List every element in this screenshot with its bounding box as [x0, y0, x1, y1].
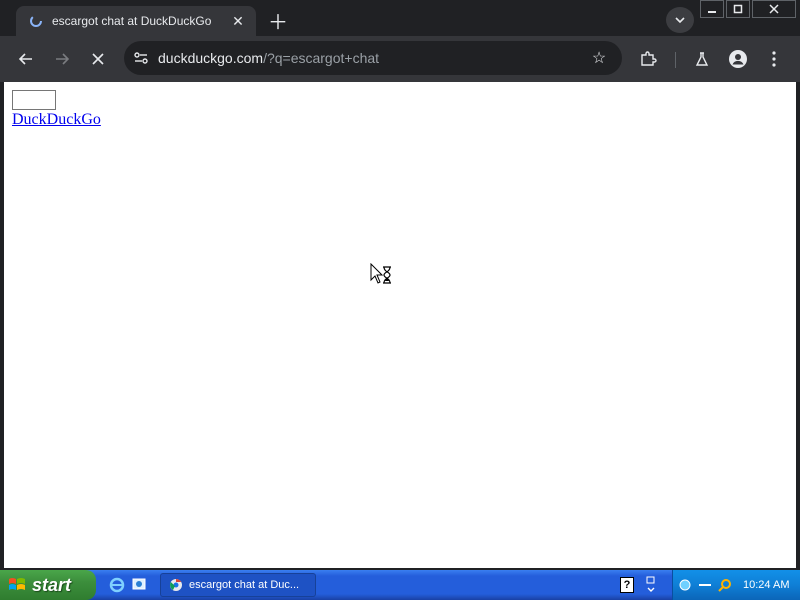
arrow-right-icon — [56, 53, 70, 65]
flask-icon — [695, 52, 709, 66]
maximize-button[interactable] — [726, 0, 750, 18]
desktop-toolbar-icon[interactable] — [644, 575, 658, 595]
taskbar: start escargot chat at Duc... ? 10:24 AM — [0, 570, 800, 600]
title-bar: escargot chat at DuckDuckGo ✕ ＋ — [0, 0, 800, 36]
site-settings-icon[interactable] — [130, 47, 152, 69]
quicklaunch-ie-icon[interactable] — [108, 576, 126, 594]
connection-icon[interactable] — [697, 577, 713, 593]
search-input[interactable] — [12, 90, 56, 110]
tab-title: escargot chat at DuckDuckGo — [52, 14, 212, 28]
maximize-icon — [733, 4, 743, 14]
taskbar-item-label: escargot chat at Duc... — [189, 579, 300, 591]
loading-favicon-icon — [28, 13, 44, 29]
new-tab-button[interactable]: ＋ — [264, 8, 292, 34]
puzzle-icon — [641, 51, 657, 66]
url-text: duckduckgo.com/?q=escargot+chat — [158, 50, 379, 66]
chevron-down-icon — [675, 17, 685, 24]
windows-logo-icon — [9, 578, 25, 590]
browser-window: escargot chat at DuckDuckGo ✕ ＋ duckduck… — [0, 0, 800, 570]
profile-button[interactable] — [724, 45, 752, 73]
forward-button[interactable] — [48, 45, 76, 73]
close-icon — [92, 53, 104, 65]
start-button[interactable]: start — [0, 570, 96, 600]
tab-search-button[interactable] — [666, 7, 694, 33]
system-tray: 10:24 AM — [672, 570, 800, 600]
clock: 10:24 AM — [743, 579, 790, 591]
toolbar-separator — [675, 52, 676, 68]
kebab-menu-icon — [772, 51, 776, 67]
close-window-button[interactable] — [752, 0, 796, 18]
labs-button[interactable] — [688, 45, 716, 73]
url-domain: duckduckgo.com — [158, 50, 264, 66]
window-controls — [698, 0, 796, 20]
browser-toolbar: duckduckgo.com/?q=escargot+chat ☆ — [0, 36, 800, 82]
close-icon — [769, 4, 779, 14]
avatar-icon — [729, 50, 747, 68]
busy-cursor-icon — [370, 262, 394, 292]
start-label: start — [32, 574, 72, 595]
stop-loading-button[interactable] — [84, 45, 112, 73]
menu-button[interactable] — [760, 45, 788, 73]
url-path: /?q=escargot+chat — [263, 50, 380, 66]
help-icon[interactable]: ? — [620, 577, 634, 593]
address-bar[interactable]: duckduckgo.com/?q=escargot+chat ☆ — [124, 41, 622, 75]
extensions-button[interactable] — [634, 45, 662, 73]
arrow-left-icon — [18, 53, 32, 65]
minimize-button[interactable] — [700, 0, 724, 18]
page-content: DuckDuckGo — [4, 82, 796, 568]
chrome-icon — [170, 579, 182, 591]
minimize-icon — [708, 11, 716, 13]
back-button[interactable] — [12, 45, 40, 73]
network-icon[interactable] — [677, 577, 693, 593]
duckduckgo-link[interactable]: DuckDuckGo — [12, 111, 101, 129]
quicklaunch-desktop-icon[interactable] — [130, 576, 148, 594]
tab-close-icon[interactable]: ✕ — [228, 11, 248, 31]
tab-active[interactable]: escargot chat at DuckDuckGo ✕ — [16, 6, 256, 36]
bookmark-star-icon[interactable]: ☆ — [588, 47, 610, 69]
search-icon[interactable] — [717, 577, 733, 593]
taskbar-item-browser[interactable]: escargot chat at Duc... — [160, 573, 316, 597]
